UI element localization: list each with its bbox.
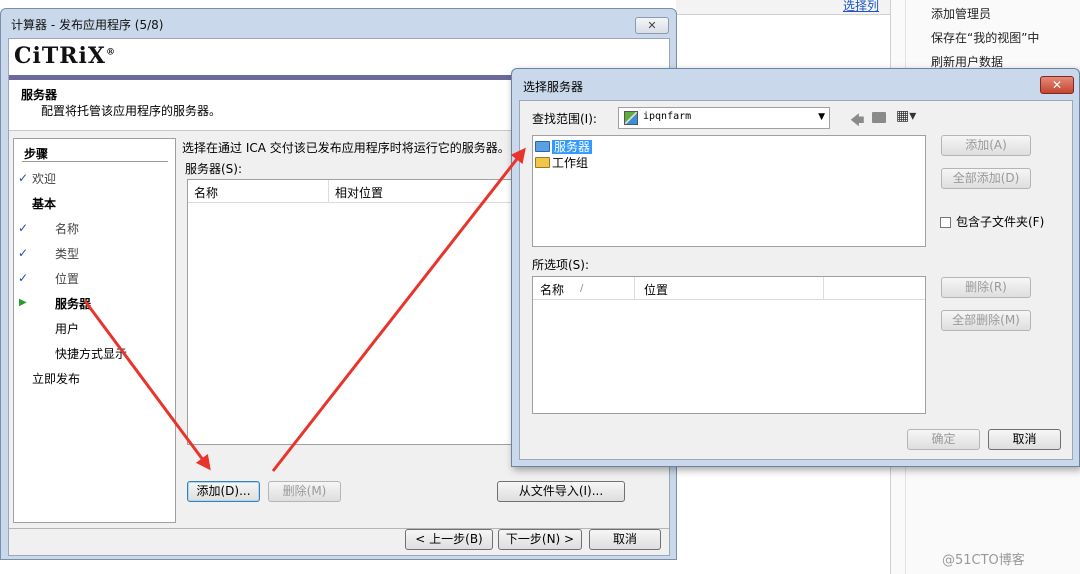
steps-title: 步骤 xyxy=(24,147,49,161)
import-from-file-button[interactable]: 从文件导入(I)... xyxy=(497,481,625,502)
citrix-logo: CiTRiX® xyxy=(14,43,116,69)
wizard-title: 计算器 - 发布应用程序 (5/8) xyxy=(11,18,164,32)
step-welcome: 欢迎 xyxy=(32,172,57,186)
cancel-button[interactable]: 取消 xyxy=(589,529,661,550)
close-icon[interactable]: ✕ xyxy=(1040,76,1074,94)
page-description: 配置将托管该应用程序的服务器。 xyxy=(41,104,222,118)
step-servers: 服务器 xyxy=(55,297,92,311)
look-in-dropdown[interactable]: ipqnfarm ▼ xyxy=(618,107,830,129)
dialog-content: 查找范围(I): ipqnfarm ▼ 🡄 ▦▾ 服务器 工作组 添加(A) 全… xyxy=(519,100,1073,460)
back-arrow-icon[interactable]: 🡄 xyxy=(850,110,864,134)
step-shortcut-display: 快捷方式显示 xyxy=(55,347,128,361)
remove-all-button[interactable]: 全部删除(M) xyxy=(941,310,1031,331)
watermark: @51CTO博客 xyxy=(942,553,1025,568)
close-icon[interactable]: ✕ xyxy=(635,17,669,34)
column-relative-location[interactable]: 相对位置 xyxy=(335,184,383,201)
tree-item-servers[interactable]: 服务器 xyxy=(535,138,593,154)
select-servers-dialog: 选择服务器 ✕ 查找范围(I): ipqnfarm ▼ 🡄 ▦▾ 服务器 工作组… xyxy=(511,68,1080,467)
look-in-label: 查找范围(I): xyxy=(532,112,597,126)
logo-text: CiTRiX xyxy=(14,43,106,69)
servers-list[interactable]: 名称 相对位置 xyxy=(187,179,517,445)
action-save-in-my-view[interactable]: 保存在“我的视图”中 xyxy=(931,29,1039,46)
remove-button[interactable]: 删除(R) xyxy=(941,277,1031,298)
dialog-cancel-button[interactable]: 取消 xyxy=(988,429,1061,450)
back-button[interactable]: < 上一步(B) xyxy=(405,529,493,550)
current-step-arrow-icon: ▶ xyxy=(19,297,27,308)
page-title: 服务器 xyxy=(21,88,58,102)
ok-button[interactable]: 确定 xyxy=(907,429,980,450)
remove-server-button[interactable]: 删除(M) xyxy=(268,481,341,502)
step-name: 名称 xyxy=(55,222,80,236)
check-icon: ✓ xyxy=(18,246,29,260)
chevron-down-icon[interactable]: ▼ xyxy=(818,112,825,122)
action-add-admin[interactable]: 添加管理员 xyxy=(931,5,991,22)
tree-item-label: 服务器 xyxy=(552,140,593,154)
instruction-text: 选择在通过 ICA 交付该已发布应用程序时将运行它的服务器。 xyxy=(182,141,510,155)
look-in-value: ipqnfarm xyxy=(643,111,692,122)
selected-list-header: 名称 / 位置 xyxy=(533,277,925,300)
logo-registered-mark: ® xyxy=(105,47,116,58)
column-name[interactable]: 名称 xyxy=(194,184,218,201)
folder-icon xyxy=(535,141,550,152)
checkbox-icon[interactable] xyxy=(940,217,951,228)
dialog-title: 选择服务器 xyxy=(523,80,584,94)
check-icon: ✓ xyxy=(18,271,29,285)
farm-icon xyxy=(624,111,638,125)
next-button[interactable]: 下一步(N) > xyxy=(498,529,582,550)
tree-item-worker-groups[interactable]: 工作组 xyxy=(535,154,588,170)
server-tree[interactable]: 服务器 工作组 xyxy=(532,135,926,247)
step-publish-now: 立即发布 xyxy=(32,372,81,386)
servers-label: 服务器(S): xyxy=(185,162,243,176)
step-type: 类型 xyxy=(55,247,80,261)
check-icon: ✓ xyxy=(18,221,29,235)
view-menu-icon[interactable]: ▦▾ xyxy=(896,108,916,124)
folder-icon xyxy=(535,157,550,168)
include-subfolders-label: 包含子文件夹(F) xyxy=(956,215,1045,229)
steps-panel: 步骤 ✓ 欢迎 基本 ✓ 名称 ✓ 类型 ✓ 位置 ▶ 服务器 用户 快捷方式显… xyxy=(13,138,176,523)
selected-items-label: 所选项(S): xyxy=(532,258,590,272)
add-button[interactable]: 添加(A) xyxy=(941,135,1031,156)
column-separator[interactable] xyxy=(328,180,329,202)
choose-columns-link[interactable]: 选择列 xyxy=(843,0,879,14)
column-separator[interactable] xyxy=(634,277,635,299)
servers-list-header: 名称 相对位置 xyxy=(188,180,516,203)
column-separator[interactable] xyxy=(823,277,824,299)
step-group-basic: 基本 xyxy=(32,197,57,211)
steps-divider xyxy=(22,161,168,162)
column-location[interactable]: 位置 xyxy=(644,281,668,298)
step-users: 用户 xyxy=(55,322,80,336)
tree-item-label: 工作组 xyxy=(552,156,589,170)
selected-items-list[interactable]: 名称 / 位置 xyxy=(532,276,926,414)
check-icon: ✓ xyxy=(18,171,29,185)
add-all-button[interactable]: 全部添加(D) xyxy=(941,168,1031,189)
include-subfolders-checkbox[interactable]: 包含子文件夹(F) xyxy=(940,213,1044,230)
sort-indicator-icon: / xyxy=(580,283,584,294)
column-name[interactable]: 名称 xyxy=(540,281,564,298)
step-location: 位置 xyxy=(55,272,80,286)
up-folder-icon[interactable] xyxy=(872,112,886,123)
add-server-button[interactable]: 添加(D)... xyxy=(187,481,260,502)
